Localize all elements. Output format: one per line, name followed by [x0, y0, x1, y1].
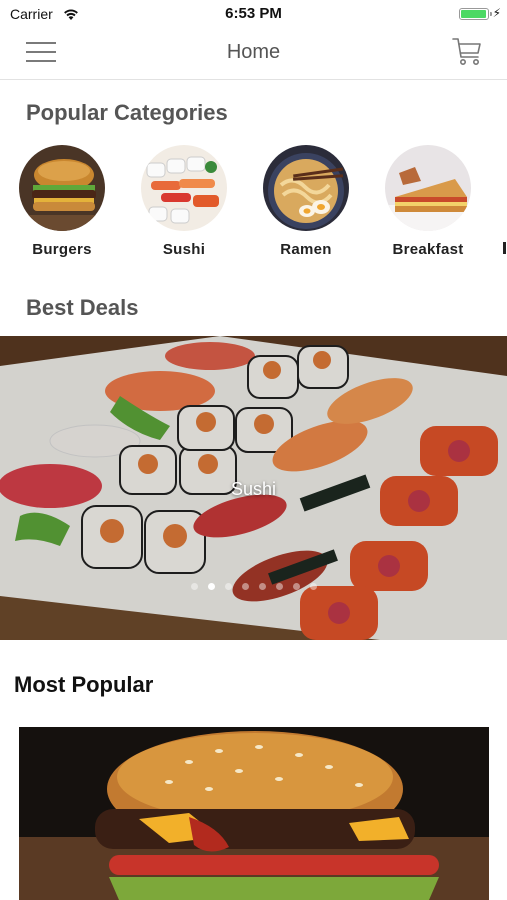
page-title: Home [226, 41, 281, 63]
pager-dot[interactable] [292, 583, 300, 590]
pager-dot[interactable] [258, 583, 266, 590]
pager-dot[interactable] [190, 583, 198, 590]
pager-dot[interactable] [224, 583, 232, 590]
pager-dot[interactable] [275, 583, 283, 590]
status-time: 6:53 PM [225, 5, 282, 22]
navigation-bar: Home [0, 28, 507, 80]
pager-dot[interactable] [309, 583, 317, 590]
most-popular-heading: Most Popular [14, 672, 154, 697]
charging-bolt-icon: ⚡ [492, 6, 501, 20]
sushi-image [141, 145, 227, 231]
category-label: Burgers [32, 241, 92, 258]
category-ramen[interactable]: Ramen [251, 145, 361, 258]
category-sushi[interactable]: Sushi [129, 145, 239, 258]
carousel-page-indicator[interactable] [0, 583, 507, 593]
deal-caption: Sushi [230, 479, 277, 499]
category-breakfast[interactable]: Breakfast [373, 145, 483, 258]
category-carousel[interactable]: Burgers Sushi Ramen Breakfast [0, 145, 507, 265]
shopping-cart-icon[interactable] [451, 36, 483, 68]
ramen-image [263, 145, 349, 231]
category-label: Sushi [162, 241, 206, 258]
popular-categories-heading: Popular Categories [26, 100, 228, 125]
category-label: Ramen [280, 241, 332, 258]
breakfast-image [385, 145, 471, 231]
battery-level [461, 10, 486, 18]
category-label: Breakfast [392, 241, 464, 258]
category-burgers[interactable]: Burgers [7, 145, 117, 258]
pager-dot[interactable] [207, 583, 215, 590]
next-category-peek [503, 242, 506, 254]
best-deals-heading: Best Deals [26, 295, 139, 320]
status-bar: Carrier 6:53 PM ⚡ [0, 0, 507, 28]
most-popular-card[interactable] [19, 727, 489, 900]
burger-image [19, 145, 105, 231]
pager-dot[interactable] [241, 583, 249, 590]
burger-hero-image [19, 727, 489, 900]
battery-icon [459, 8, 492, 20]
